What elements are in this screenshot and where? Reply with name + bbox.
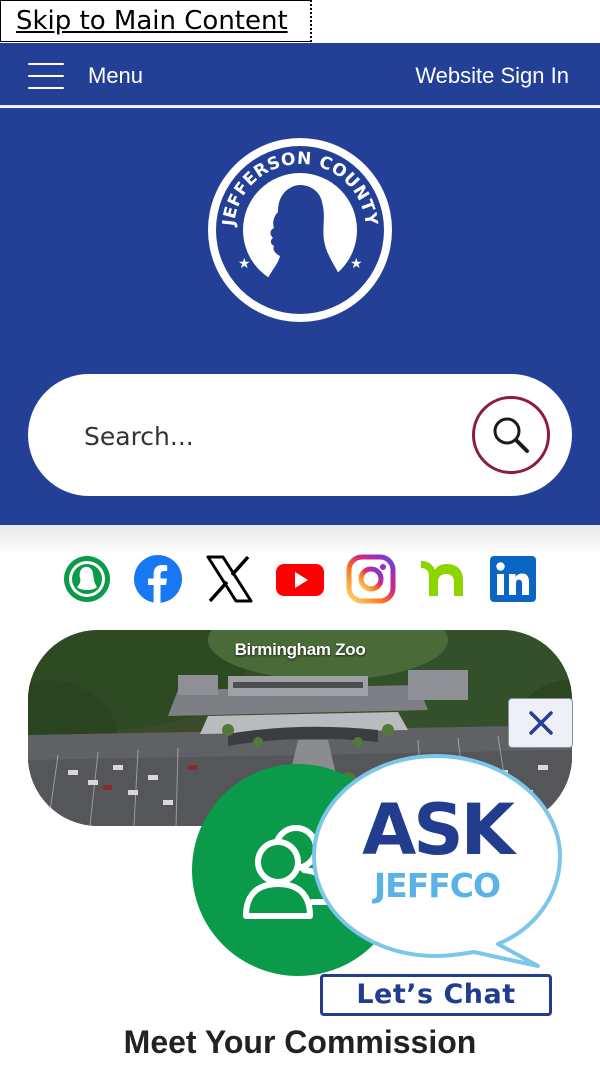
ask-label: ASK xyxy=(362,789,515,871)
top-navigation-bar: Menu Website Sign In xyxy=(0,43,600,107)
jefferson-county-seal-icon[interactable] xyxy=(62,554,112,604)
skip-to-main-content-link[interactable]: Skip to Main Content xyxy=(0,0,312,42)
section-heading: Meet Your Commission xyxy=(123,1024,477,1060)
search-input[interactable] xyxy=(84,414,444,458)
close-icon xyxy=(528,711,553,735)
linkedin-icon[interactable] xyxy=(488,554,538,604)
banner-caption: Birmingham Zoo xyxy=(234,640,366,659)
x-icon[interactable] xyxy=(204,554,254,604)
menu-label: Menu xyxy=(88,63,144,88)
hamburger-icon xyxy=(28,63,64,89)
instagram-icon[interactable] xyxy=(346,554,396,604)
facebook-icon[interactable] xyxy=(133,554,183,604)
search-icon xyxy=(493,417,529,453)
hero-shadow-divider xyxy=(0,525,600,555)
svg-text:★: ★ xyxy=(238,256,251,272)
search-button[interactable] xyxy=(472,396,550,474)
close-chat-button[interactable] xyxy=(508,698,573,748)
menu-button[interactable]: Menu xyxy=(28,60,143,92)
lets-chat-button[interactable]: Let’s Chat xyxy=(320,974,552,1016)
hero-section: JEFFERSON COUNTY ALABAMA ★ ★ xyxy=(0,108,600,525)
website-sign-in-link[interactable]: Website Sign In xyxy=(415,63,569,89)
social-media-links xyxy=(0,554,600,604)
jeffco-label: JEFFCO xyxy=(373,866,501,905)
svg-text:★: ★ xyxy=(350,256,363,272)
search-box xyxy=(28,374,572,496)
ask-jeffco-chat-widget[interactable]: ASK JEFFCO Let’s Chat xyxy=(190,752,566,1020)
nextdoor-icon[interactable] xyxy=(417,554,467,604)
jefferson-county-seal-logo[interactable]: JEFFERSON COUNTY ALABAMA ★ ★ xyxy=(206,136,394,324)
youtube-icon[interactable] xyxy=(275,554,325,604)
